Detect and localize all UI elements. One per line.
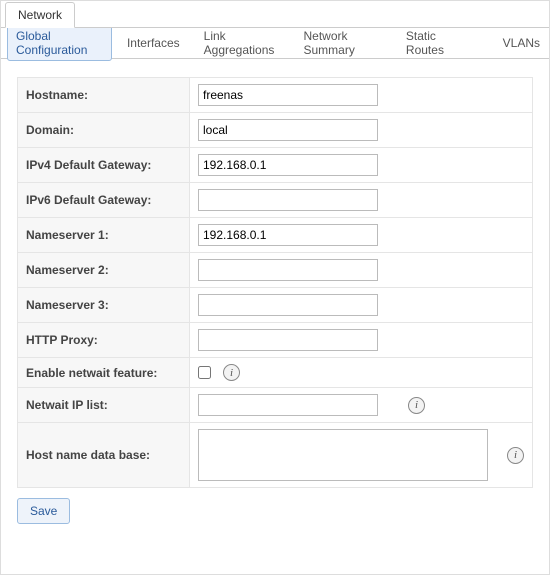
primary-tab-row: Network	[1, 1, 549, 28]
secondary-tab-row: Global Configuration Interfaces Link Agg…	[1, 28, 549, 59]
input-hostname[interactable]	[198, 84, 378, 106]
info-icon[interactable]: i	[408, 397, 425, 414]
tab-global-configuration[interactable]: Global Configuration	[7, 25, 112, 61]
tab-vlans-label: VLANs	[503, 36, 540, 50]
label-hostname: Hostname:	[18, 78, 190, 113]
info-icon[interactable]: i	[223, 364, 240, 381]
tab-interfaces-label: Interfaces	[127, 36, 180, 50]
input-netwait-iplist[interactable]	[198, 394, 378, 416]
tab-global-label: Global Configuration	[16, 29, 87, 57]
label-nameserver3: Nameserver 3:	[18, 288, 190, 323]
label-nameserver1: Nameserver 1:	[18, 218, 190, 253]
tab-interfaces[interactable]: Interfaces	[118, 32, 189, 54]
network-form-table: Hostname: Domain: IPv4 Default Gateway: …	[17, 77, 533, 488]
network-window: Network Global Configuration Interfaces …	[0, 0, 550, 575]
tab-static-routes[interactable]: Static Routes	[397, 25, 472, 61]
label-http-proxy: HTTP Proxy:	[18, 323, 190, 358]
tab-vlans[interactable]: VLANs	[494, 32, 549, 54]
tab-linkagg-label: Link Aggregations	[204, 29, 275, 57]
label-ipv6-gateway: IPv6 Default Gateway:	[18, 183, 190, 218]
save-button-label: Save	[30, 504, 57, 518]
info-icon[interactable]: i	[507, 447, 524, 464]
label-ipv4-gateway: IPv4 Default Gateway:	[18, 148, 190, 183]
input-http-proxy[interactable]	[198, 329, 378, 351]
tab-network-summary[interactable]: Network Summary	[294, 25, 390, 61]
save-button[interactable]: Save	[17, 498, 70, 524]
checkbox-netwait-feature[interactable]	[198, 366, 211, 379]
tab-network-label: Network	[18, 8, 62, 22]
input-ipv6-gateway[interactable]	[198, 189, 378, 211]
tab-link-aggregations[interactable]: Link Aggregations	[195, 25, 289, 61]
label-domain: Domain:	[18, 113, 190, 148]
label-nameserver2: Nameserver 2:	[18, 253, 190, 288]
save-row: Save	[17, 498, 533, 524]
label-hostdb: Host name data base:	[18, 423, 190, 488]
input-ipv4-gateway[interactable]	[198, 154, 378, 176]
input-nameserver2[interactable]	[198, 259, 378, 281]
label-netwait-iplist: Netwait IP list:	[18, 388, 190, 423]
input-domain[interactable]	[198, 119, 378, 141]
form-area: Hostname: Domain: IPv4 Default Gateway: …	[1, 59, 549, 534]
tab-routes-label: Static Routes	[406, 29, 444, 57]
tab-summary-label: Network Summary	[303, 29, 354, 57]
input-nameserver3[interactable]	[198, 294, 378, 316]
input-nameserver1[interactable]	[198, 224, 378, 246]
label-netwait-feature: Enable netwait feature:	[18, 358, 190, 388]
textarea-hostdb[interactable]	[198, 429, 488, 481]
tab-network[interactable]: Network	[5, 2, 75, 28]
